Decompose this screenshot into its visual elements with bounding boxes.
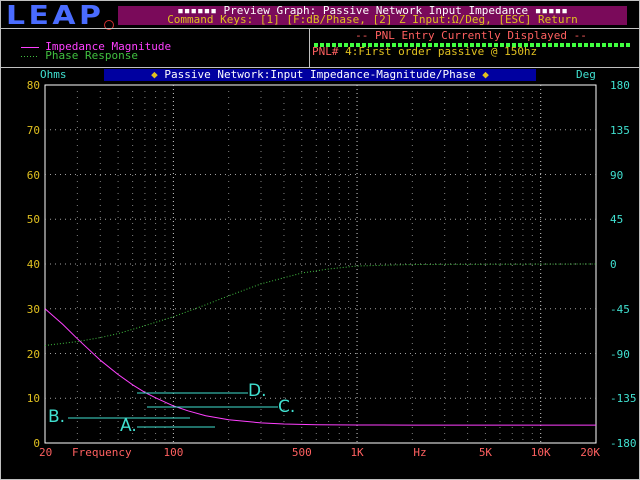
right-tick-label: 90 xyxy=(610,168,624,182)
x-tick-label: Hz xyxy=(413,446,427,459)
left-tick-label: 70 xyxy=(26,123,40,137)
callout-label: C. xyxy=(278,397,296,417)
right-tick-label: 180 xyxy=(610,79,630,92)
x-tick-label: 1K xyxy=(350,446,364,459)
impedance-phase-chart xyxy=(44,84,597,444)
right-tick-label: -135 xyxy=(610,392,637,406)
left-tick-label: 10 xyxy=(26,392,40,406)
left-tick-label: 30 xyxy=(26,302,40,316)
x-tick-label: 20 xyxy=(39,446,53,459)
left-tick-label: 80 xyxy=(26,79,40,92)
left-tick-label: 60 xyxy=(26,168,40,182)
x-tick-label: Frequency xyxy=(72,446,132,459)
right-tick-label: -90 xyxy=(610,347,630,361)
callout-label: D. xyxy=(248,381,267,401)
callout-label: B. xyxy=(48,407,66,427)
left-tick-label: 40 xyxy=(26,258,40,271)
left-tick-label: 20 xyxy=(26,347,40,361)
x-tick-label: 10K xyxy=(530,446,551,459)
x-tick-label: 20K xyxy=(580,446,601,459)
right-tick-label: 135 xyxy=(610,123,630,137)
right-tick-label: 0 xyxy=(610,258,617,271)
x-tick-label: 5K xyxy=(478,446,493,459)
right-tick-label: 45 xyxy=(610,213,624,227)
x-tick-label: 500 xyxy=(291,446,312,459)
impedance-curve xyxy=(44,308,596,426)
right-tick-label: -180 xyxy=(610,437,637,450)
callout-label: A. xyxy=(120,416,137,436)
phase-curve xyxy=(44,263,597,346)
left-tick-label: 50 xyxy=(26,213,40,227)
x-tick-label: 100 xyxy=(163,446,184,459)
right-tick-label: -45 xyxy=(610,302,630,316)
